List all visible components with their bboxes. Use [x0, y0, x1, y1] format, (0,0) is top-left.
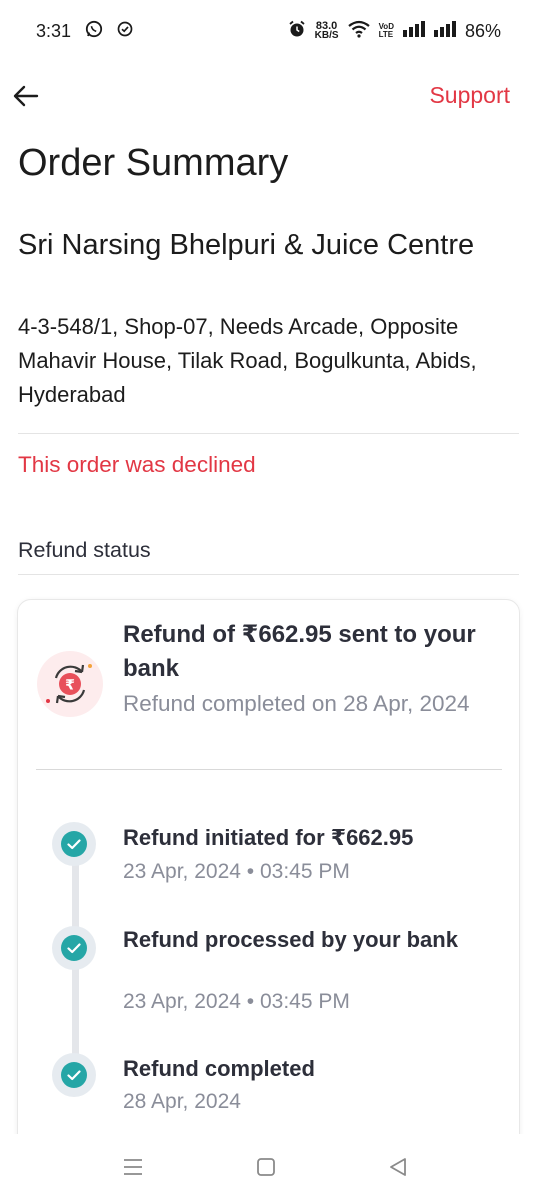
refund-summary-subtitle: Refund completed on 28 Apr, 2024 — [123, 691, 470, 716]
system-nav-bar — [0, 1134, 537, 1200]
square-icon — [257, 1158, 275, 1176]
refund-status-card: ₹ Refund of ₹662.95 sent to your bank Re… — [17, 599, 520, 1159]
home-button[interactable] — [251, 1152, 281, 1182]
wifi-icon — [347, 20, 370, 43]
step-date: 28 Apr, 2024 — [123, 1090, 241, 1113]
signal-icon — [402, 20, 425, 42]
step-title: Refund initiated for ₹662.95 — [123, 825, 414, 850]
step-date: 23 Apr, 2024 • 03:45 PM — [123, 990, 350, 1013]
divider — [18, 574, 519, 575]
status-bar: 3:31 83.0 KB/S VoD LTE 86% — [0, 0, 537, 62]
support-link[interactable]: Support — [429, 82, 510, 109]
check-icon — [52, 822, 96, 866]
back-button[interactable] — [10, 76, 42, 116]
refund-status-heading: Refund status — [18, 538, 151, 562]
nav-back-button[interactable] — [383, 1152, 413, 1182]
whatsapp-icon — [85, 20, 103, 43]
check-icon — [52, 926, 96, 970]
step-title: Refund processed by your bank — [123, 927, 458, 952]
battery-level: 86% — [464, 20, 501, 41]
page-title: Order Summary — [18, 142, 289, 184]
top-bar: Support — [0, 76, 537, 118]
step-title: Refund completed — [123, 1056, 315, 1081]
network-speed: 83.0 KB/S — [314, 20, 339, 41]
order-status-text: This order was declined — [18, 452, 256, 477]
volte-indicator: VoD LTE — [378, 22, 394, 39]
check-icon — [52, 1053, 96, 1097]
arrow-left-icon — [13, 85, 39, 107]
check-circle-icon — [117, 21, 133, 42]
alarm-icon — [288, 20, 306, 43]
step-date: 23 Apr, 2024 • 03:45 PM — [123, 860, 350, 883]
refund-rupee-icon: ₹ — [36, 650, 104, 718]
card-divider — [36, 769, 502, 770]
restaurant-address: 4-3-548/1, Shop-07, Needs Arcade, Opposi… — [18, 314, 477, 407]
refund-summary-title: Refund of ₹662.95 sent to your bank — [123, 621, 476, 682]
menu-icon — [124, 1159, 142, 1175]
recent-apps-button[interactable] — [118, 1152, 148, 1182]
svg-text:₹: ₹ — [65, 678, 75, 694]
divider — [18, 433, 519, 434]
restaurant-name: Sri Narsing Bhelpuri & Juice Centre — [18, 229, 475, 261]
signal-icon-2 — [433, 20, 456, 42]
triangle-back-icon — [390, 1158, 406, 1176]
status-time: 3:31 — [36, 20, 72, 41]
